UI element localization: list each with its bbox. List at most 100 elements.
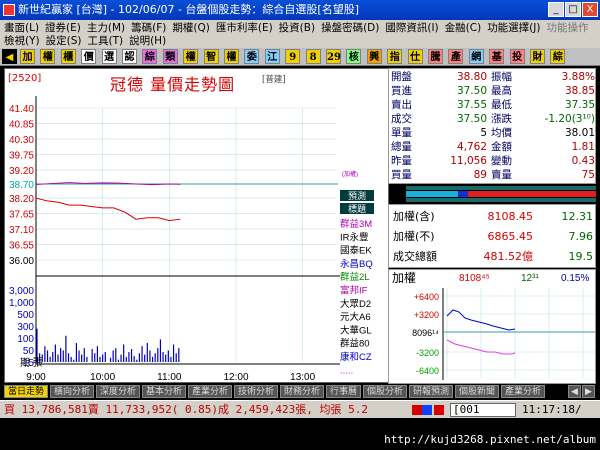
menu-item-5[interactable]: 匯市利率(E) xyxy=(216,21,273,35)
menu-item-8[interactable]: 國際資訊(I) xyxy=(385,21,438,35)
broker-list-item[interactable]: 群益3M xyxy=(340,218,372,230)
toolbar-scroll-left[interactable]: ◀ xyxy=(2,49,17,64)
minimize-button[interactable]: _ xyxy=(548,2,564,17)
mini-index-price: 8108⁴⁵ xyxy=(459,273,490,284)
broker-list-item[interactable]: 富邦IF xyxy=(340,285,368,297)
tabs-scroll-left[interactable]: ◀ xyxy=(568,385,581,398)
toolbar-button-15[interactable]: 29 xyxy=(326,49,341,64)
menu-item-view-1[interactable]: 設定(S) xyxy=(46,34,82,48)
stats-value: 38.85 xyxy=(564,85,595,97)
toolbar-button-24[interactable]: 投 xyxy=(509,49,525,64)
maximize-button[interactable]: □ xyxy=(565,2,581,17)
price-tick-label: 39.20 xyxy=(9,166,34,177)
tab-1[interactable]: 橫向分析 xyxy=(50,385,95,398)
status-bar: 買 13,786,581賣 11,733,952( 0.85)成 2,459,4… xyxy=(0,400,600,418)
broker-list-item[interactable]: ..... xyxy=(340,365,353,376)
toolbar-button-14[interactable]: 8 xyxy=(305,49,321,64)
time-tick-label: 12:00 xyxy=(223,372,248,383)
toolbar-button-12[interactable]: 江 xyxy=(264,49,280,64)
menu-item-4[interactable]: 期權(Q) xyxy=(172,21,209,35)
broker-list-item[interactable]: 大眾D2 xyxy=(340,298,371,310)
broker-list-item[interactable]: 元大A6 xyxy=(340,311,371,323)
toolbar-button-7[interactable]: 類 xyxy=(162,49,178,64)
index-row: 加權(不) 6865.45 7.96 xyxy=(393,227,593,247)
stats-value: 89 xyxy=(473,169,487,181)
toolbar-button-5[interactable]: 認 xyxy=(122,49,137,64)
time-tick-label: 9:00 xyxy=(26,372,46,383)
toolbar-button-10[interactable]: 權 xyxy=(224,49,239,64)
broker-list-item[interactable]: IR永豐 xyxy=(340,231,369,243)
colorbar-mid-segment xyxy=(458,191,468,197)
toolbar-button-3[interactable]: 價 xyxy=(81,49,97,64)
mini-y-tick: 8096¹⁴ xyxy=(412,328,439,338)
broker-list-item[interactable]: 大華GL xyxy=(340,324,372,336)
toolbar-button-26[interactable]: 綜 xyxy=(550,49,566,64)
menu-item-2[interactable]: 主力(M) xyxy=(87,21,125,35)
mini-y-tick: -3200 xyxy=(416,348,439,358)
toolbar-button-11[interactable]: 委 xyxy=(244,49,260,64)
menu-item-0[interactable]: 畫面(L) xyxy=(4,21,39,35)
toolbar-button-25[interactable]: 財 xyxy=(530,49,545,64)
toolbar-button-21[interactable]: 產 xyxy=(448,49,464,64)
app-icon xyxy=(3,4,15,16)
menu-item-view-0[interactable]: 檢視(Y) xyxy=(4,34,40,48)
toolbar-button-0[interactable]: 加 xyxy=(20,49,35,64)
menu-item-1[interactable]: 證券(E) xyxy=(45,21,81,35)
broker-list-item[interactable]: 國泰EK xyxy=(340,245,372,257)
volume-tick-label: 100 xyxy=(17,334,34,345)
menu-item-9[interactable]: 金融(C) xyxy=(445,21,482,35)
toolbar-button-4[interactable]: 選 xyxy=(101,49,117,64)
tab-4[interactable]: 產業分析 xyxy=(188,385,233,398)
menu-item-10[interactable]: 功能選擇(J) xyxy=(487,21,540,35)
broker-list-item[interactable]: 群益80 xyxy=(340,338,370,350)
window-title: 新世紀贏家 [台灣] - 102/06/07 - 台盤個股走勢：綜合自選股[名望… xyxy=(18,3,359,16)
tabs-scroll-right[interactable]: ▶ xyxy=(582,385,595,398)
toolbar-button-17[interactable]: 興 xyxy=(366,49,382,64)
menu-item-disabled: 功能操作 xyxy=(546,22,589,34)
menu-item-6[interactable]: 投資(B) xyxy=(279,21,315,35)
toolbar-button-18[interactable]: 指 xyxy=(387,49,403,64)
menu-item-3[interactable]: 籌碼(F) xyxy=(131,21,166,35)
toolbar-button-9[interactable]: 智 xyxy=(203,49,219,64)
tab-10[interactable]: 個股新聞 xyxy=(455,385,500,398)
toolbar-button-8[interactable]: 權 xyxy=(183,49,199,64)
toolbar-button-16[interactable]: 核 xyxy=(346,49,362,64)
menu-item-view-2[interactable]: 工具(T) xyxy=(87,34,123,48)
toolbar-button-22[interactable]: 網 xyxy=(468,49,484,64)
tab-9[interactable]: 研報預測 xyxy=(409,385,454,398)
toolbar-button-19[interactable]: 仕 xyxy=(407,49,423,64)
tab-5[interactable]: 技術分析 xyxy=(234,385,279,398)
stats-value: 3.88% xyxy=(561,71,595,83)
broker-title-label: 標題 xyxy=(348,203,366,214)
broker-list-item[interactable]: 群益2L xyxy=(340,271,370,283)
stats-value: -1.20(3¹⁰) xyxy=(544,113,595,125)
toolbar-button-2[interactable]: 櫃 xyxy=(60,49,76,64)
mini-index-change: 12³¹ xyxy=(521,273,539,284)
toolbar-button-1[interactable]: 權 xyxy=(40,49,56,64)
stats-row: 買量 89 賣量 75 xyxy=(389,169,597,183)
menu-item-7[interactable]: 操盤密碼(D) xyxy=(321,21,379,35)
stats-value: 38.80 xyxy=(456,71,487,83)
stats-value: 75 xyxy=(581,169,595,181)
tab-3[interactable]: 基本分析 xyxy=(142,385,187,398)
tab-0[interactable]: 當日走勢 xyxy=(4,385,49,398)
toolbar-button-20[interactable]: 騰 xyxy=(428,49,443,64)
toolbar-button-6[interactable]: 綜 xyxy=(142,49,158,64)
broker-list-item[interactable]: 永昌BQ xyxy=(340,258,373,270)
index-mini-chart: 加權 8108⁴⁵ 12³¹ 0.15% +6400 +3200 8096¹⁴ -3200 -6… xyxy=(392,271,595,380)
tab-2[interactable]: 深度分析 xyxy=(96,385,141,398)
tab-8[interactable]: 個股分析 xyxy=(363,385,408,398)
tab-11[interactable]: 產業分析 xyxy=(501,385,546,398)
mini-index-pct: 0.15% xyxy=(561,273,589,284)
toolbar-button-13[interactable]: 9 xyxy=(285,49,301,64)
menu-item-view-3[interactable]: 說明(H) xyxy=(129,34,166,48)
command-input[interactable]: [001 xyxy=(450,403,516,417)
tab-6[interactable]: 財務分析 xyxy=(280,385,325,398)
colorbar-bottom-strip xyxy=(406,198,596,202)
price-tick-label: 36.00 xyxy=(9,256,34,267)
stats-row: 賣出 37.55 最低 37.35 xyxy=(389,99,597,113)
toolbar-button-23[interactable]: 基 xyxy=(489,49,505,64)
broker-list-item[interactable]: 康和CZ xyxy=(340,351,372,363)
close-button[interactable]: X xyxy=(582,2,598,17)
tab-7[interactable]: 行事曆 xyxy=(326,385,362,398)
